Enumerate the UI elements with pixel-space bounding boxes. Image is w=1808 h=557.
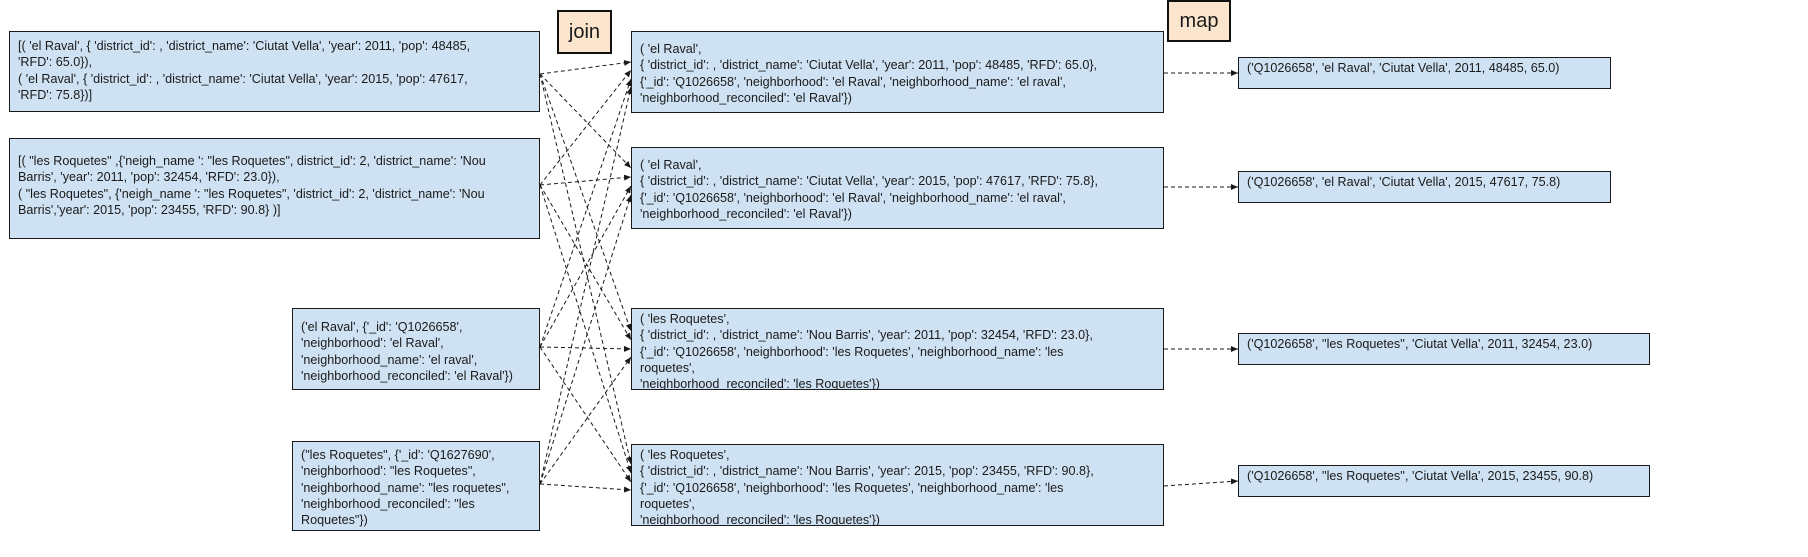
box-line: { 'district_id': , 'district_name': 'Ciu… <box>640 174 1098 189</box>
box-line: 'neighborhood_reconciled': 'el Raval'}) <box>301 368 513 383</box>
box-line: {'_id': 'Q1026658', 'neighborhood': 'les… <box>640 480 1064 495</box>
box-line: [( 'el Raval', { 'district_id': , 'distr… <box>18 39 471 53</box>
box-line: {'_id': 'Q1026658', 'neighborhood': 'el … <box>640 74 1066 89</box>
box-line: { 'district_id': , 'district_name': 'Nou… <box>640 464 1094 479</box>
joined-roquetes-2011-box: ( 'les Roquetes', { 'district_id': , 'di… <box>631 308 1164 390</box>
box-line: ('el Raval', {'_id': 'Q1026658', <box>301 320 463 334</box>
box-line: ( 'les Roquetes', <box>640 312 730 326</box>
box-line: ( 'el Raval', <box>640 42 702 56</box>
box-line: Barris', 'year': 2011, 'pop': 32454, 'RF… <box>18 170 280 185</box>
joined-roquetes-2015-box: ( 'les Roquetes', { 'district_id': , 'di… <box>631 444 1164 526</box>
join-label: join <box>557 10 612 54</box>
box-line: 'neighborhood_reconciled': "les <box>301 496 475 511</box>
join-connector-arrow <box>539 73 632 169</box>
box-line: roquetes', <box>640 496 695 511</box>
map-label: map <box>1167 0 1231 42</box>
box-line: ('Q1026658', ''les Roquetes'', 'Ciutat V… <box>1247 337 1593 351</box>
mapped-roquetes-2015-box: ('Q1026658', ''les Roquetes'', 'Ciutat V… <box>1238 465 1650 497</box>
join-connector-arrow <box>539 483 632 493</box>
box-line: ( "les Roquetes", {'neigh_name ': "les R… <box>18 186 485 201</box>
box-line: {'_id': 'Q1026658', 'neighborhood': 'les… <box>640 344 1064 359</box>
box-line: 'neighborhood_name': 'el raval', <box>301 352 478 367</box>
box-line: 'neighborhood': "les Roquetes", <box>301 464 476 479</box>
box-line: 'neighborhood_name': "les roquetes", <box>301 480 510 495</box>
join-connector-arrow <box>539 78 632 348</box>
join-connector-arrow <box>539 59 632 75</box>
mapped-raval-2015-box: ('Q1026658', 'el Raval', 'Ciutat Vella',… <box>1238 171 1611 203</box>
box-line: 'neighborhood_reconciled': 'les Roquetes… <box>640 513 880 526</box>
join-connector-arrow <box>539 86 633 485</box>
box-line: Barris','year': 2015, 'pop': 23455, 'RFD… <box>18 202 281 217</box>
joined-raval-2011-box: ( 'el Raval', { 'district_id': , 'distri… <box>631 31 1164 113</box>
roquetes-lookup-box: ("les Roquetes", {'_id': 'Q1627690', 'ne… <box>292 441 540 531</box>
box-line: ('Q1026658', ''les Roquetes'', 'Ciutat V… <box>1247 469 1594 483</box>
box-line: ( 'les Roquetes', <box>640 448 730 462</box>
box-line: 'RFD': 75.8})] <box>18 87 93 102</box>
map-connector-arrow <box>1163 478 1239 487</box>
box-line: roquetes', <box>640 360 695 375</box>
box-line: { 'district_id': , 'district_name': 'Ciu… <box>640 58 1098 73</box>
join-connector-arrow <box>539 184 632 474</box>
box-line: 'neighborhood_reconciled': 'les Roquetes… <box>640 377 880 390</box>
box-line: ('Q1026658', 'el Raval', 'Ciutat Vella',… <box>1247 61 1560 75</box>
box-line: 'neighborhood_reconciled': 'el Raval'}) <box>640 90 852 105</box>
join-connector-arrow <box>539 174 632 186</box>
box-line: Roquetes"}) <box>301 513 368 528</box>
mapped-roquetes-2011-box: ('Q1026658', ''les Roquetes'', 'Ciutat V… <box>1238 333 1650 365</box>
box-line: 'neighborhood': 'el Raval', <box>301 336 444 351</box>
join-connector-arrow <box>539 184 632 341</box>
box-line: [( "les Roquetes" ,{'neigh_name ': "les … <box>18 154 486 168</box>
box-line: 'neighborhood_reconciled': 'el Raval'}) <box>640 206 852 221</box>
box-line: ( 'el Raval', <box>640 158 702 172</box>
box-line: ('Q1026658', 'el Raval', 'Ciutat Vella',… <box>1247 175 1561 189</box>
joined-raval-2015-box: ( 'el Raval', { 'district_id': , 'distri… <box>631 147 1164 229</box>
box-line: {'_id': 'Q1026658', 'neighborhood': 'el … <box>640 190 1066 205</box>
raval-stats-box: [( 'el Raval', { 'district_id': , 'distr… <box>9 31 540 112</box>
join-connector-arrow <box>539 73 633 465</box>
join-connector-arrow <box>539 73 632 332</box>
box-line: ("les Roquetes", {'_id': 'Q1627690', <box>301 448 495 462</box>
join-connector-arrow <box>539 69 632 186</box>
mapped-raval-2011-box: ('Q1026658', 'el Raval', 'Ciutat Vella',… <box>1238 57 1611 89</box>
box-line: { 'district_id': , 'district_name': 'Nou… <box>640 328 1093 343</box>
box-line: 'RFD': 65.0}), <box>18 55 93 70</box>
raval-lookup-box: ('el Raval', {'_id': 'Q1026658', 'neighb… <box>292 308 540 390</box>
join-connector-arrow <box>539 345 632 352</box>
join-connector-arrow <box>539 194 632 485</box>
join-connector-arrow <box>539 346 632 483</box>
roquetes-stats-box: [( "les Roquetes" ,{'neigh_name ': "les … <box>9 138 540 239</box>
join-connector-arrow <box>539 356 632 485</box>
join-connector-arrow <box>539 185 632 348</box>
box-line: ( 'el Raval', { 'district_id': , 'distri… <box>18 71 468 86</box>
